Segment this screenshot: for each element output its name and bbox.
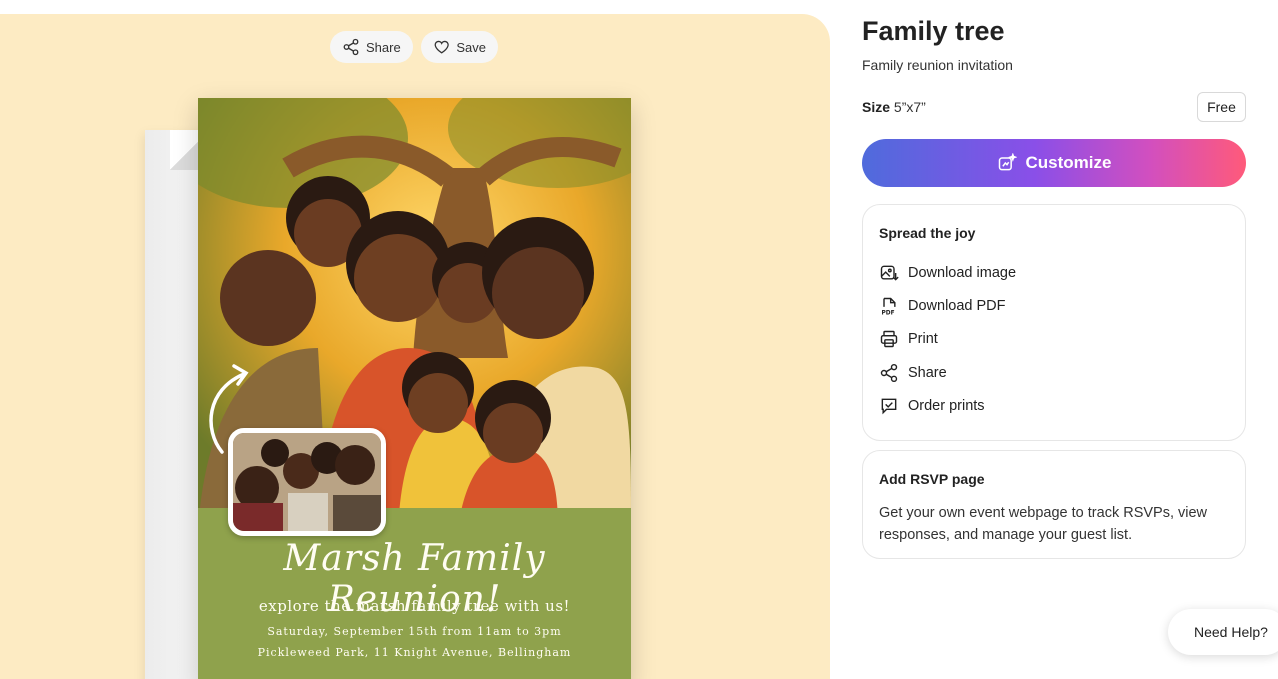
pdf-icon: PDF [882,297,896,316]
share-label: Share [908,365,947,381]
order-prints-action[interactable]: Order prints [879,396,985,416]
rsvp-section-title: Add RSVP page [879,471,985,487]
price-badge: Free [1197,92,1246,122]
share-button-label: Share [366,39,401,55]
customize-label: Customize [1025,153,1112,172]
invitation-preview-panel: Share Save Marsh Family Reunion! explore… [0,14,830,679]
save-button-label: Save [456,39,486,55]
share-icon [343,38,359,56]
rsvp-section[interactable]: Add RSVP page Get your own event webpage… [862,450,1246,559]
share-action[interactable]: Share [879,363,947,383]
svg-text:PDF: PDF [882,310,895,316]
image-download-icon [880,265,899,281]
size-label: Size [862,99,891,115]
share-button[interactable]: Share [330,31,413,63]
product-subtitle: Family reunion invitation [862,57,1013,73]
need-help-button[interactable]: Need Help? [1168,609,1278,655]
family-photo-thumbnail [228,428,386,536]
download-pdf-label: Download PDF [908,298,1006,314]
magic-edit-icon [998,153,1017,171]
save-button[interactable]: Save [421,31,498,63]
rsvp-description: Get your own event webpage to track RSVP… [879,505,1208,543]
invitation-card: Marsh Family Reunion! explore the marsh … [198,98,631,679]
order-prints-label: Order prints [908,398,985,414]
card-date-line: Saturday, September 15th from 11am to 3p… [267,625,562,638]
size-value: 5”x7” [893,99,926,115]
customize-button[interactable]: Customize [862,139,1246,187]
spread-section-title: Spread the joy [879,225,976,241]
print-label: Print [908,331,938,347]
heart-icon [434,40,449,54]
size-info: Size 5”x7” [862,99,926,115]
family-photo [233,433,381,531]
product-title: Family tree [862,16,1005,46]
download-image-label: Download image [908,265,1017,281]
printer-icon [880,330,898,348]
card-location-line: Pickleweed Park, 11 Knight Avenue, Belli… [257,646,572,659]
card-subtitle: explore the marsh family tree with us! [258,597,571,615]
download-pdf-action[interactable]: PDF Download PDF [879,296,1006,316]
print-action[interactable]: Print [879,329,938,349]
order-prints-icon [881,398,897,415]
spread-the-joy-section: Spread the joy Download image PDF Downlo… [862,204,1246,441]
share-icon [880,363,898,383]
download-image-action[interactable]: Download image [879,263,1016,283]
